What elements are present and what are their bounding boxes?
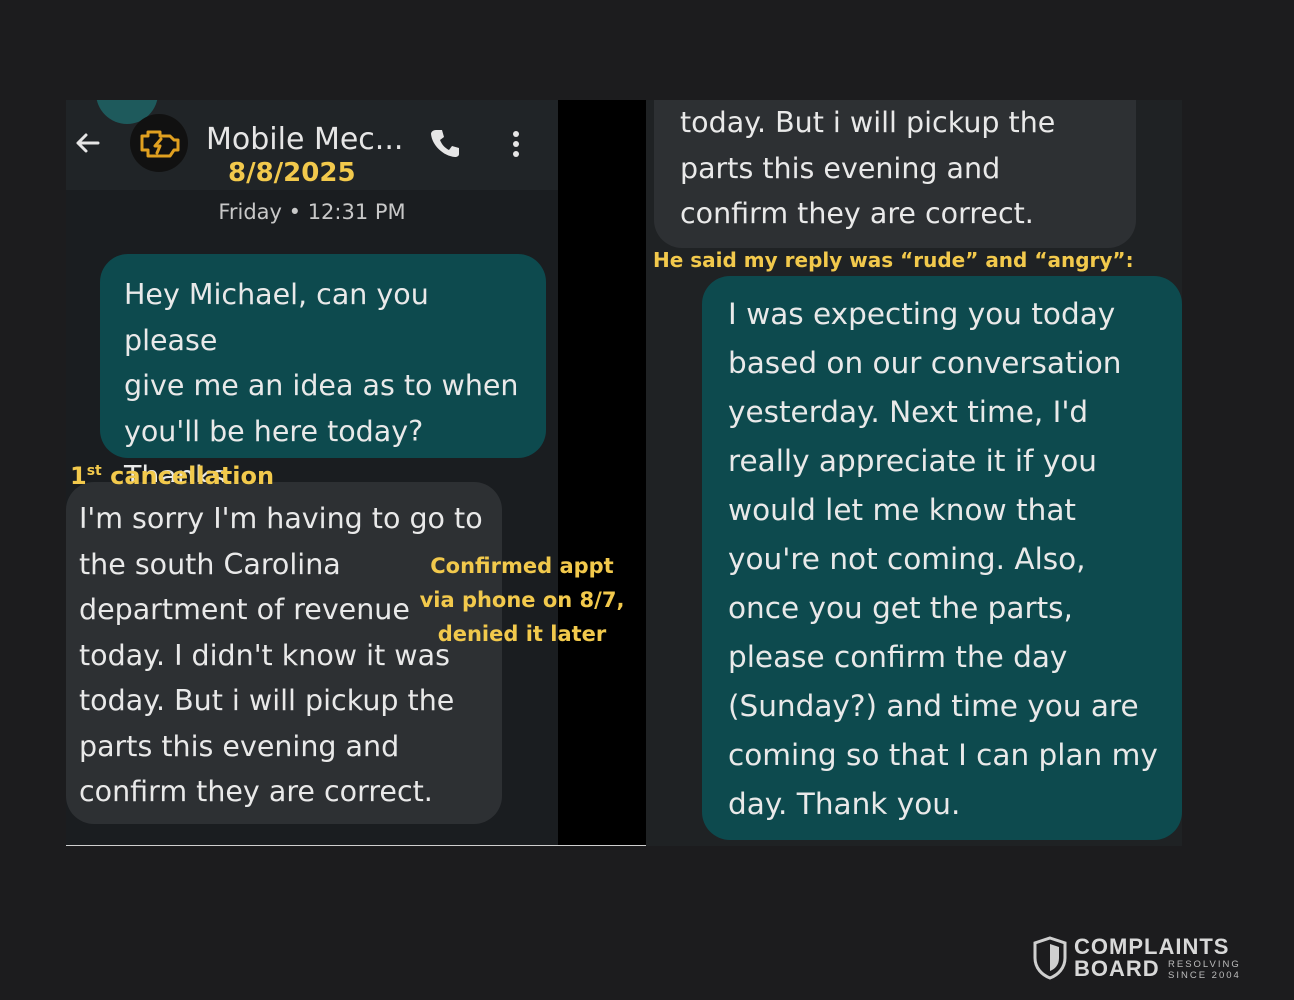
phone-icon[interactable]: [428, 126, 462, 160]
message-timestamp: Friday • 12:31 PM: [218, 200, 406, 224]
more-options-icon[interactable]: [504, 128, 528, 160]
logo-tagline-since: SINCE 2004: [1168, 970, 1241, 981]
chat-app-bar: Mobile Mec... 8/8/2025: [66, 100, 558, 190]
right-screenshot: today. But i will pickup the parts this …: [646, 100, 1182, 846]
check-engine-icon: [140, 130, 180, 158]
shield-icon: [1033, 936, 1067, 980]
divider-strip: [558, 100, 646, 846]
incoming-message[interactable]: I'm sorry I'm having to go to the south …: [66, 482, 502, 824]
avatar[interactable]: [130, 114, 188, 172]
outgoing-message[interactable]: Hey Michael, can you please give me an i…: [100, 254, 546, 493]
cancellation-annotation: 1st cancellation: [70, 462, 275, 490]
rude-reply-annotation: He said my reply was “rude” and “angry”:: [653, 248, 1134, 272]
divider-line: [66, 845, 646, 846]
date-annotation: 8/8/2025: [228, 158, 356, 188]
back-arrow-icon[interactable]: [72, 128, 102, 158]
complaints-board-logo: COMPLAINTS BOARD RESOLVING SINCE 2004: [1032, 934, 1248, 982]
incoming-message[interactable]: today. But i will pickup the parts this …: [654, 100, 1136, 248]
confirmed-appointment-annotation: Confirmed appt via phone on 8/7, denied …: [419, 554, 625, 646]
outgoing-message[interactable]: I was expecting you today based on our c…: [702, 276, 1182, 840]
logo-text-board: BOARD: [1074, 956, 1160, 981]
contact-name[interactable]: Mobile Mec...: [206, 122, 403, 157]
logo-tagline-resolving: RESOLVING: [1168, 959, 1241, 970]
